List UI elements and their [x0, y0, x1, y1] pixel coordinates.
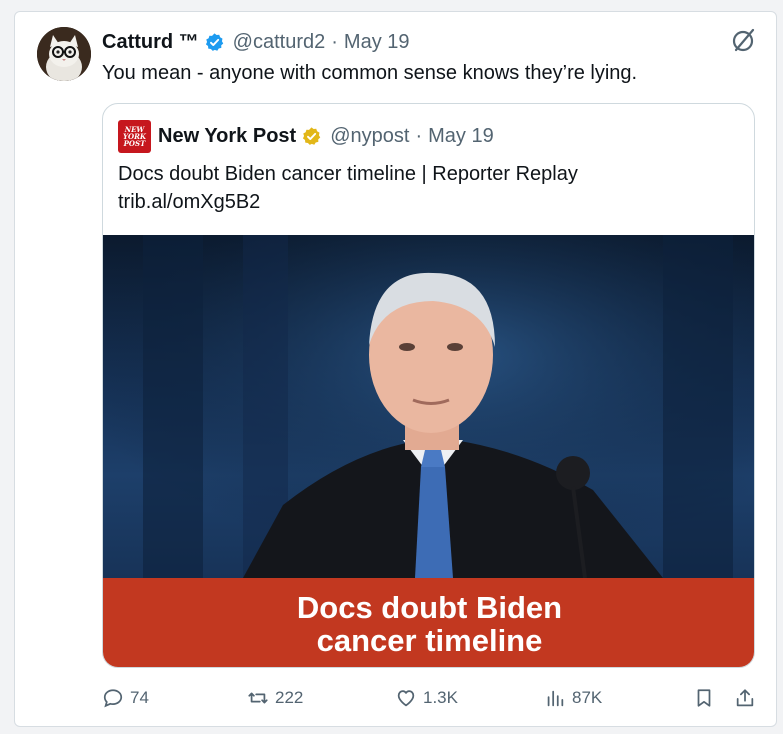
repost-icon: [248, 692, 268, 704]
verified-badge-icon: [204, 32, 225, 53]
reply-button[interactable]: 74: [102, 684, 149, 712]
separator-dot: ·: [415, 124, 423, 147]
quoted-date[interactable]: May 19: [428, 125, 494, 148]
tweet-header: Catturd ™ @catturd2 · May 19: [102, 29, 736, 55]
views-count: 87K: [572, 688, 603, 707]
quoted-header: New York Post @nypost · May 19: [158, 122, 494, 150]
nypost-logo: NEW YORK POST: [118, 120, 151, 153]
headline-banner: Docs doubt Biden cancer timeline: [103, 578, 754, 667]
views-icon: [547, 690, 564, 707]
repost-button[interactable]: 222: [247, 684, 303, 712]
news-photo: [103, 235, 754, 579]
quoted-link[interactable]: trib.al/omXg5B2: [118, 188, 578, 216]
gold-verified-badge-icon: [301, 126, 322, 147]
banner-line: cancer timeline: [316, 622, 543, 658]
like-button[interactable]: 1.3K: [395, 684, 458, 712]
share-button[interactable]: [734, 684, 762, 712]
quoted-author-name[interactable]: New York Post: [158, 125, 296, 148]
tweet-text: You mean - anyone with common sense know…: [102, 62, 638, 84]
author-handle[interactable]: @catturd2: [233, 31, 326, 54]
tweet-date[interactable]: May 19: [344, 31, 410, 54]
quoted-handle[interactable]: @nypost: [330, 125, 409, 148]
avatar[interactable]: [37, 27, 91, 81]
views-button[interactable]: 87K: [544, 684, 602, 712]
cat-avatar-image: [37, 27, 91, 81]
quoted-text: Docs doubt Biden cancer timeline | Repor…: [118, 160, 578, 216]
grok-icon[interactable]: [730, 26, 758, 54]
quoted-media[interactable]: Docs doubt Biden cancer timeline: [103, 235, 754, 667]
speaker-photo-illustration: [103, 235, 754, 579]
repost-count: 222: [275, 688, 304, 707]
author-name[interactable]: Catturd ™: [102, 31, 199, 54]
quoted-tweet[interactable]: NEW YORK POST New York Post @nypost · Ma…: [102, 103, 755, 668]
banner-line: Docs doubt Biden: [296, 589, 563, 625]
action-bar: 74 222 1.3K 87K: [102, 684, 762, 712]
heart-icon: [397, 690, 415, 707]
reply-count: 74: [130, 688, 149, 707]
like-count: 1.3K: [423, 688, 458, 707]
bookmark-button[interactable]: [693, 684, 721, 712]
share-icon: [736, 689, 754, 707]
tweet-card[interactable]: Catturd ™ @catturd2 · May 19 You mean - …: [14, 11, 777, 727]
logo-line: POST: [123, 139, 146, 148]
separator-dot: ·: [331, 30, 338, 53]
reply-icon: [103, 689, 123, 708]
bookmark-icon: [697, 689, 711, 707]
quoted-headline: Docs doubt Biden cancer timeline | Repor…: [118, 163, 578, 185]
